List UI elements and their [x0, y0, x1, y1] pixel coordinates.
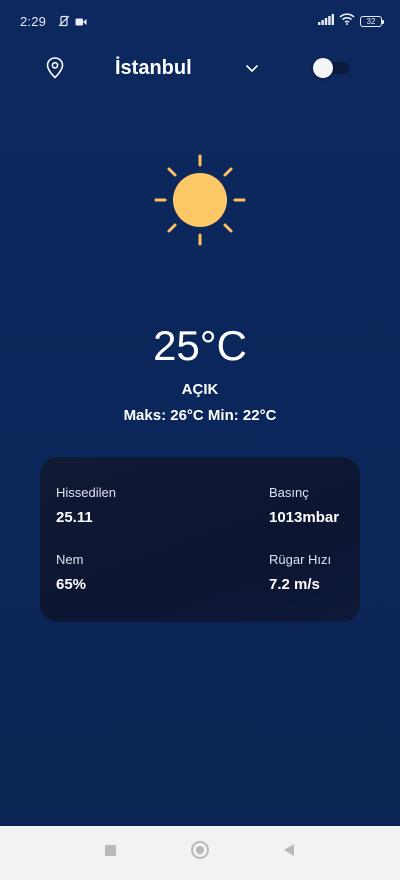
header: İstanbul	[0, 52, 400, 86]
pressure-detail: Basınç 1013mbar	[269, 485, 339, 526]
wind-speed-value: 7.2 m/s	[269, 576, 320, 593]
wind-speed-detail: Rügar Hızı 7.2 m/s	[269, 552, 331, 593]
weather-condition: AÇIK	[181, 381, 219, 398]
theme-toggle[interactable]	[313, 58, 351, 78]
feels-like-value: 25.11	[56, 509, 93, 526]
status-time: 2:29	[20, 14, 47, 29]
humidity-label: Nem	[56, 552, 84, 567]
humidity-value: 65%	[56, 576, 87, 593]
feels-like-detail: Hissedilen 25.11	[56, 485, 116, 526]
weather-details-card: Hissedilen 25.11 Basınç 1013mbar Nem 65%…	[40, 457, 360, 622]
sun-icon	[152, 152, 248, 248]
circle-icon[interactable]	[191, 841, 209, 859]
weather-screen: 2:29 32 İstanbul 25°C AÇIK Maks: 26°C Mi…	[0, 0, 400, 880]
min-max-temperature: Maks: 26°C Min: 22°C	[123, 407, 277, 424]
mute-icon	[58, 14, 70, 32]
wind-speed-label: Rügar Hızı	[269, 552, 332, 567]
pressure-value: 1013mbar	[269, 509, 340, 526]
toggle-thumb	[313, 58, 333, 78]
square-icon[interactable]	[105, 845, 116, 856]
city-name[interactable]: İstanbul	[115, 57, 192, 80]
wifi-icon	[339, 12, 355, 30]
feels-like-label: Hissedilen	[56, 485, 116, 500]
pressure-label: Basınç	[269, 485, 309, 500]
status-right-icons: 32	[318, 12, 384, 30]
chevron-down-icon[interactable]	[244, 60, 260, 81]
video-camera-icon	[75, 14, 87, 32]
status-bar: 2:29 32	[0, 0, 400, 44]
battery-icon: 32	[360, 15, 384, 27]
current-temperature: 25°C	[153, 322, 247, 369]
humidity-detail: Nem 65%	[56, 552, 86, 593]
signal-icon	[318, 12, 334, 30]
location-pin-icon[interactable]	[45, 56, 65, 85]
triangle-back-icon[interactable]	[282, 843, 296, 862]
system-nav-bar	[0, 826, 400, 880]
status-left-icons	[58, 14, 87, 32]
